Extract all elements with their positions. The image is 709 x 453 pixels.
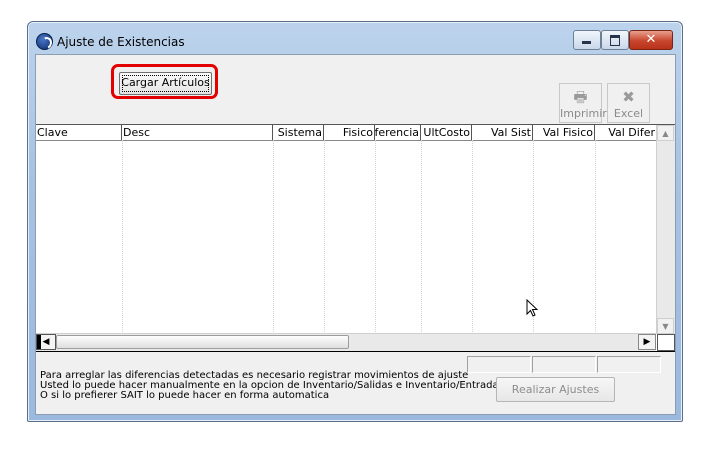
scrollbar-corner [657,334,675,351]
imprimir-button[interactable]: 🖶 Imprimir [559,83,607,123]
column-header-fisico[interactable]: Fisico [324,125,375,140]
column-header-sistema[interactable]: Sistema [273,125,324,140]
horizontal-scroll-thumb[interactable] [56,335,349,349]
excel-button[interactable]: ✖ Excel [607,83,650,123]
existencias-grid[interactable]: Clave Desc Sistema Fisico Diferencia Ult… [36,124,675,352]
grid-header: Clave Desc Sistema Fisico Diferencia Ult… [36,125,656,141]
close-button[interactable]: ✕ [629,30,673,50]
column-divider [595,140,596,334]
column-header-ultcosto[interactable]: UltCosto [421,125,472,140]
mouse-pointer-icon [526,299,539,317]
column-divider [421,140,422,334]
printer-icon: 🖶 [573,88,588,106]
scroll-left-button[interactable]: ◀ [36,334,56,350]
instructions-text: Para arreglar las diferencias detectadas… [40,371,504,401]
horizontal-scrollbar[interactable]: ◀ ▶ [36,333,656,351]
scroll-right-button[interactable]: ▶ [638,334,656,350]
minimize-button[interactable] [573,30,601,50]
scroll-down-button[interactable]: ▼ [657,318,674,334]
excel-icon: ✖ [622,88,635,106]
column-header-desc[interactable]: Desc [122,125,273,140]
column-header-clave[interactable]: Clave [36,125,122,140]
window-title: Ajuste de Existencias [57,35,185,49]
column-header-val-sist[interactable]: Val Sist [472,125,533,140]
close-icon: ✕ [645,32,657,47]
cargar-articulos-button[interactable]: Cargar Artículos [119,72,212,95]
column-header-val-fisico[interactable]: Val Fisico [533,125,595,140]
imprimir-label: Imprimir [560,107,607,120]
column-divider [122,140,123,334]
maximize-icon [610,35,620,46]
title-bar[interactable]: Ajuste de Existencias ✕ [28,22,682,54]
instruction-line: O si lo prefierer SAIT lo puede hacer en… [40,390,330,401]
column-divider [324,140,325,334]
scroll-up-button[interactable]: ▲ [657,125,674,141]
column-header-val-difer[interactable]: Val Difer [595,125,656,140]
vertical-scrollbar[interactable]: ▲ ▼ [656,125,675,334]
app-icon [36,33,53,50]
column-divider [273,140,274,334]
ajuste-existencias-window: Ajuste de Existencias ✕ Cargar Artículos… [27,21,683,422]
total-val-difer-field [597,356,661,373]
column-header-diferencia[interactable]: Diferencia [375,125,421,140]
maximize-button[interactable] [601,30,629,50]
total-val-fisico-field [532,356,596,373]
excel-label: Excel [613,107,644,120]
realizar-ajustes-button[interactable]: Realizar Ajustes [496,377,615,402]
column-divider [375,140,376,334]
column-divider [472,140,473,334]
window-client-area: Cargar Artículos 🖶 Imprimir ✖ Excel Clav… [35,54,676,415]
minimize-icon [582,41,591,44]
